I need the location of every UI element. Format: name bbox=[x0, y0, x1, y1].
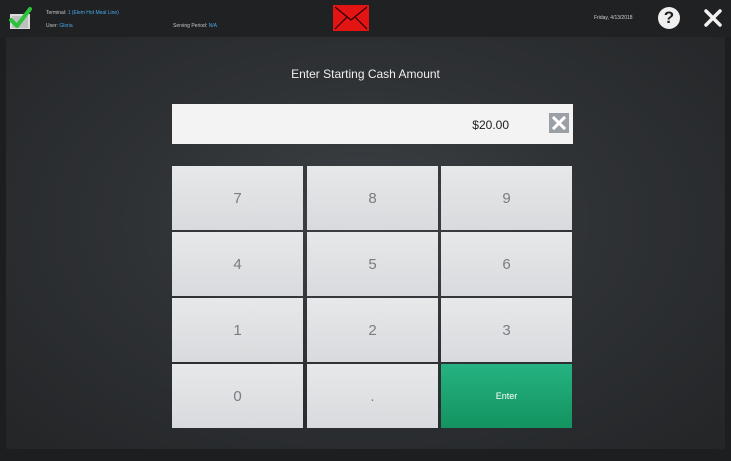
key-decimal[interactable]: . bbox=[307, 364, 438, 428]
messages-button[interactable] bbox=[333, 5, 369, 31]
key-1[interactable]: 1 bbox=[172, 298, 303, 362]
key-5[interactable]: 5 bbox=[307, 232, 438, 296]
cash-amount-value: $20.00 bbox=[472, 118, 509, 132]
numeric-keypad: 7 8 9 4 5 6 1 2 3 0 . Enter bbox=[172, 166, 573, 428]
key-0[interactable]: 0 bbox=[172, 364, 303, 428]
serving-period-info: Serving Period: N/A bbox=[173, 23, 217, 29]
help-button[interactable]: ? bbox=[658, 7, 680, 29]
enter-button[interactable]: Enter bbox=[441, 364, 572, 428]
envelope-icon bbox=[334, 6, 368, 30]
cash-amount-field[interactable]: $20.00 bbox=[172, 104, 573, 144]
user-value: Gloria bbox=[59, 23, 73, 29]
clear-input-icon[interactable] bbox=[549, 113, 569, 133]
key-6[interactable]: 6 bbox=[441, 232, 572, 296]
bottom-strip bbox=[0, 449, 731, 461]
terminal-value: 1 (Elem Hot Meal Line) bbox=[67, 10, 119, 16]
key-2[interactable]: 2 bbox=[307, 298, 438, 362]
status-check-icon bbox=[9, 7, 32, 29]
terminal-info: Terminal: 1 (Elem Hot Meal Line) bbox=[46, 10, 119, 16]
key-8[interactable]: 8 bbox=[307, 166, 438, 230]
key-3[interactable]: 3 bbox=[441, 298, 572, 362]
question-mark-icon: ? bbox=[663, 8, 675, 27]
terminal-label: Terminal: bbox=[46, 10, 67, 16]
user-label: User: bbox=[46, 23, 58, 29]
user-info: User: Gloria bbox=[46, 23, 73, 29]
close-icon[interactable] bbox=[703, 8, 723, 28]
serving-period-value: N/A bbox=[208, 23, 217, 29]
key-9[interactable]: 9 bbox=[441, 166, 572, 230]
current-date: Friday, 4/13/2018 bbox=[594, 15, 633, 21]
key-4[interactable]: 4 bbox=[172, 232, 303, 296]
serving-period-label: Serving Period: bbox=[173, 23, 208, 29]
key-7[interactable]: 7 bbox=[172, 166, 303, 230]
top-bar: Terminal: 1 (Elem Hot Meal Line) User: G… bbox=[0, 0, 731, 37]
page-title: Enter Starting Cash Amount bbox=[291, 67, 440, 81]
